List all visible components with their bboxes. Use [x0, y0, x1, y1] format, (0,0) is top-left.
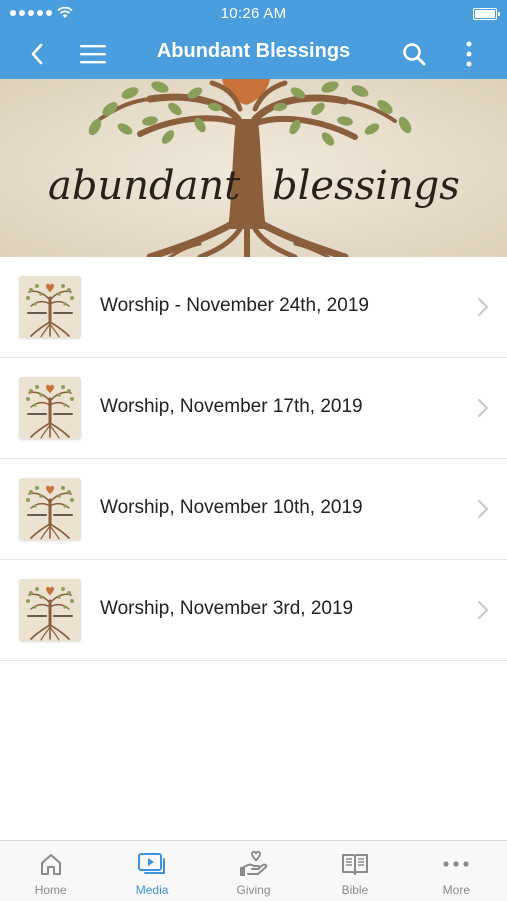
- sermon-thumbnail: [19, 579, 81, 641]
- banner-text-right: blessings: [272, 163, 460, 209]
- top-bar: 10:26 AM Abundant Blessings: [0, 0, 507, 79]
- list-item-title: Worship, November 17th, 2019: [100, 396, 363, 417]
- more-icon: [441, 849, 471, 879]
- tab-media[interactable]: Media: [101, 841, 202, 901]
- tab-bar: Home Media Giving Bible More: [0, 840, 507, 901]
- banner-text-left: abundant: [48, 163, 241, 209]
- chevron-right-icon: [478, 601, 488, 619]
- more-options-button[interactable]: [450, 35, 488, 73]
- list-item[interactable]: Worship, November 17th, 2019: [0, 358, 507, 459]
- tab-more[interactable]: More: [406, 841, 507, 901]
- tree-thumbnail-icon: [19, 478, 81, 540]
- tree-illustration: abundant blessings: [0, 79, 507, 257]
- tab-label: Giving: [236, 883, 271, 897]
- tab-label: More: [442, 883, 470, 897]
- tree-thumbnail-icon: [19, 579, 81, 641]
- sermon-thumbnail: [19, 377, 81, 439]
- giving-icon: [239, 849, 269, 879]
- sermon-thumbnail: [19, 276, 81, 338]
- tab-giving[interactable]: Giving: [203, 841, 304, 901]
- list-item-title: Worship, November 10th, 2019: [100, 497, 363, 518]
- battery-icon: [473, 8, 500, 20]
- tab-bible[interactable]: Bible: [304, 841, 405, 901]
- chevron-right-icon: [478, 399, 488, 417]
- chevron-right-icon: [478, 298, 488, 316]
- status-bar: 10:26 AM: [0, 0, 507, 28]
- tab-label: Media: [135, 883, 169, 897]
- search-button[interactable]: [395, 35, 433, 73]
- search-icon: [403, 43, 426, 66]
- tab-home[interactable]: Home: [0, 841, 101, 901]
- nav-bar: Abundant Blessings: [0, 28, 507, 79]
- vertical-dots-icon: [466, 41, 472, 67]
- header-banner: abundant blessings: [0, 79, 507, 257]
- tab-label: Home: [34, 883, 67, 897]
- tab-label: Bible: [341, 883, 369, 897]
- home-icon: [36, 849, 66, 879]
- media-icon: [137, 849, 167, 879]
- list-item[interactable]: Worship, November 10th, 2019: [0, 459, 507, 560]
- sermon-thumbnail: [19, 478, 81, 540]
- list-item[interactable]: Worship - November 24th, 2019: [0, 257, 507, 358]
- list-item[interactable]: Worship, November 3rd, 2019: [0, 560, 507, 661]
- media-list: Worship - November 24th, 2019 Worship, No…: [0, 257, 507, 661]
- list-item-title: Worship - November 24th, 2019: [100, 295, 369, 316]
- status-time: 10:26 AM: [220, 5, 287, 22]
- list-item-title: Worship, November 3rd, 2019: [100, 598, 354, 619]
- tree-thumbnail-icon: [19, 276, 81, 338]
- chevron-right-icon: [478, 500, 488, 518]
- bible-icon: [340, 849, 370, 879]
- tree-thumbnail-icon: [19, 377, 81, 439]
